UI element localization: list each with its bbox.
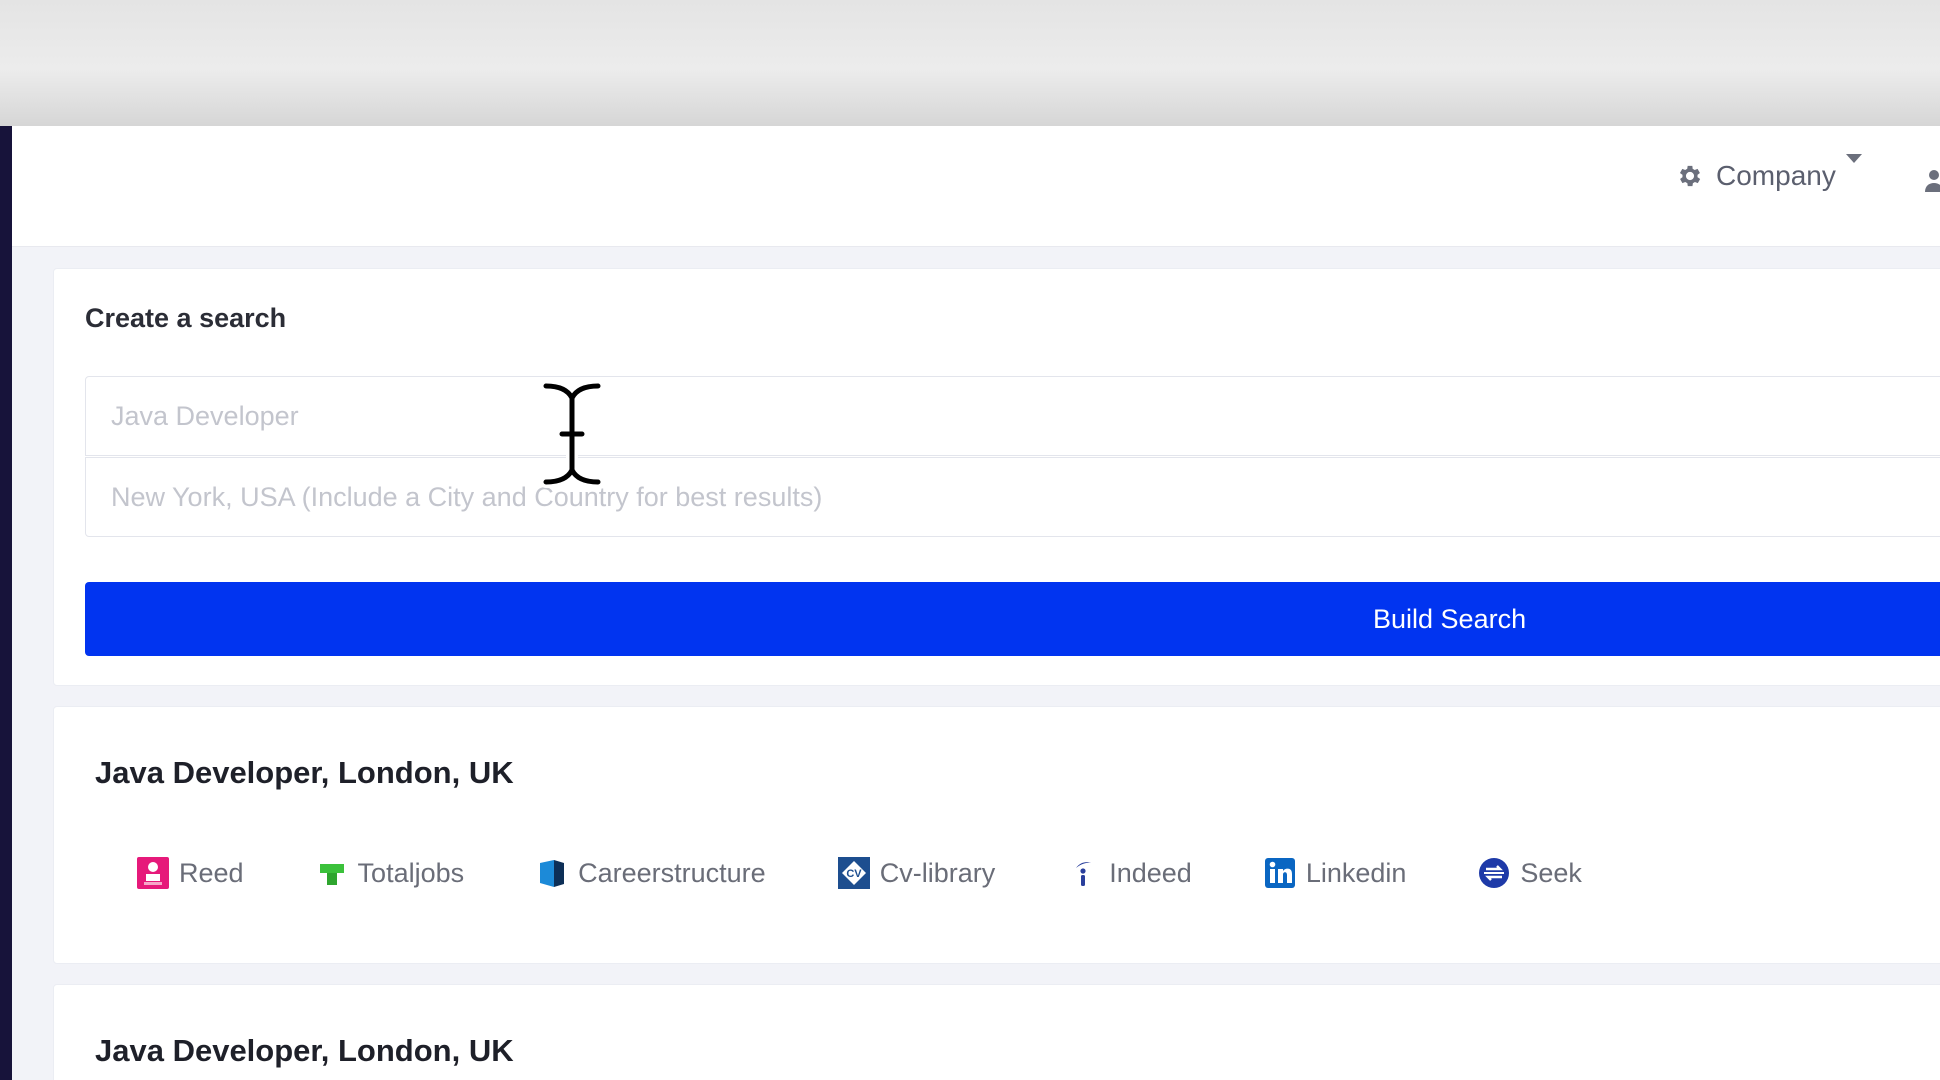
- linkedin-icon: [1264, 858, 1295, 888]
- create-search-title: Create a search: [85, 303, 287, 333]
- build-search-button[interactable]: Build Search: [85, 582, 1940, 656]
- board-label: Linkedin: [1305, 857, 1407, 888]
- board-label: Careerstructure: [578, 857, 766, 888]
- board-link-careerstructure[interactable]: Careerstructure: [536, 857, 766, 889]
- saved-search-card: Java Developer, London, UK: [53, 984, 1940, 1080]
- job-board-list: Reed Totaljobs Careerstructure CV Cv-lib…: [137, 853, 1654, 893]
- seek-icon: [1479, 858, 1510, 888]
- board-label: Totaljobs: [357, 857, 465, 888]
- top-header: Company: [12, 126, 1940, 247]
- board-link-indeed[interactable]: Indeed: [1067, 857, 1192, 889]
- board-link-totaljobs[interactable]: Totaljobs: [316, 857, 465, 889]
- location-input[interactable]: [85, 457, 1940, 537]
- gear-icon: [1679, 165, 1701, 187]
- browser-top-bar: [0, 0, 1940, 126]
- board-link-cv-library[interactable]: CV Cv-library: [837, 857, 996, 889]
- saved-search-title: Java Developer, London, UK: [95, 1033, 514, 1068]
- svg-text:CV: CV: [846, 868, 862, 880]
- job-title-input[interactable]: [85, 376, 1940, 456]
- company-label: Company: [1716, 160, 1836, 191]
- saved-search-card: Java Developer, London, UK Reed Totaljob…: [53, 706, 1940, 964]
- totaljobs-icon: [319, 864, 344, 885]
- board-label: Reed: [179, 857, 244, 888]
- create-search-card: Create a search Build Search: [53, 268, 1940, 686]
- board-link-reed[interactable]: Reed: [137, 857, 244, 889]
- saved-search-title: Java Developer, London, UK: [95, 755, 514, 790]
- board-link-seek[interactable]: Seek: [1478, 857, 1582, 889]
- reed-icon: [137, 857, 169, 889]
- chevron-down-icon: [1846, 154, 1862, 163]
- users-icon[interactable]: [1922, 166, 1940, 196]
- company-menu[interactable]: Company: [1676, 154, 1862, 196]
- board-label: Indeed: [1109, 857, 1192, 888]
- cv-library-icon: CV: [837, 857, 870, 889]
- board-label: Cv-library: [879, 857, 996, 888]
- indeed-icon: [1076, 862, 1092, 886]
- app-main: Company Create a search Build Search Jav…: [12, 126, 1940, 1080]
- careerstructure-icon: [540, 860, 565, 887]
- board-label: Seek: [1520, 857, 1582, 888]
- sidebar-edge: [0, 126, 12, 1080]
- board-link-linkedin[interactable]: Linkedin: [1264, 857, 1407, 889]
